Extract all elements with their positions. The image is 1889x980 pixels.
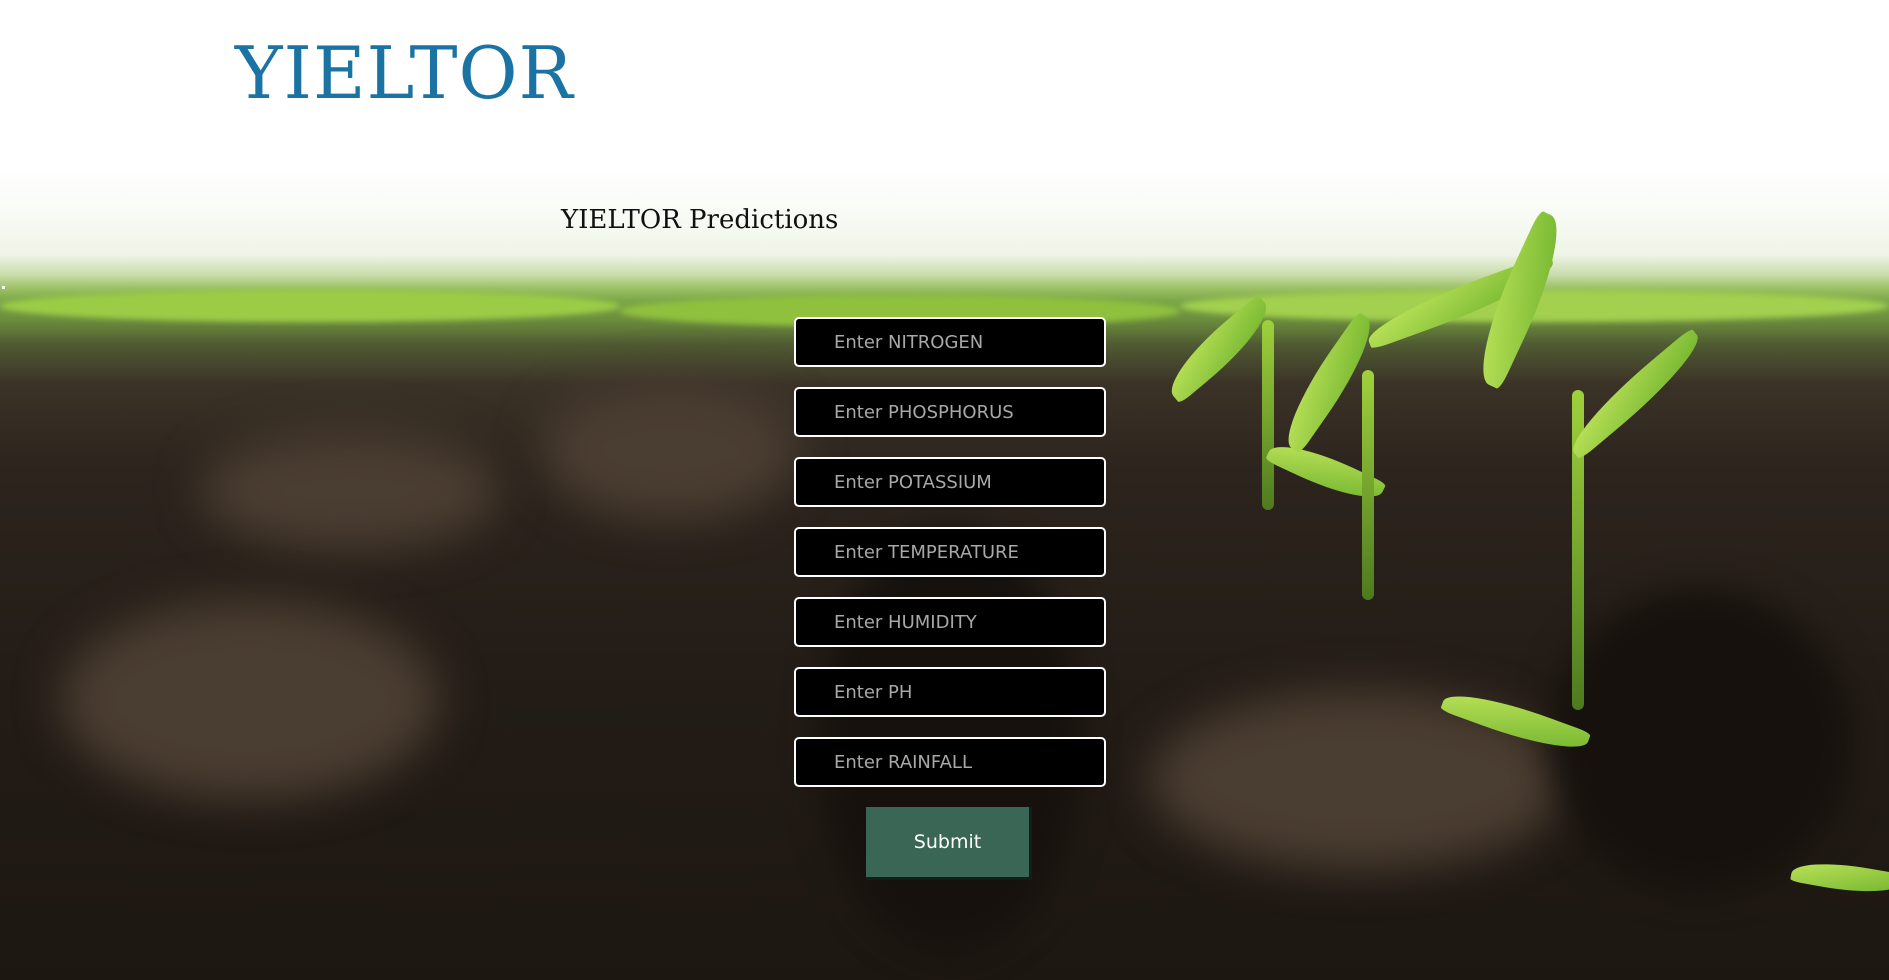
humidity-input[interactable]	[794, 597, 1106, 647]
page-title: YIELTOR Predictions	[561, 205, 839, 235]
ph-input[interactable]	[794, 667, 1106, 717]
site-header: YIELTOR	[0, 0, 1889, 170]
submit-button[interactable]: Submit	[866, 807, 1032, 880]
soil-clump	[540, 380, 800, 520]
soil-clump	[200, 430, 500, 550]
soil-furrow	[1550, 590, 1850, 890]
rainfall-input[interactable]	[794, 737, 1106, 787]
soil-clump	[60, 600, 440, 800]
prediction-form: Submit	[794, 317, 1106, 880]
crop-row	[0, 290, 620, 322]
seedling-stem	[1362, 370, 1374, 600]
temperature-input[interactable]	[794, 527, 1106, 577]
decorative-dot	[2, 286, 5, 289]
brand-logo-text[interactable]: YIELTOR	[235, 28, 574, 118]
phosphorus-input[interactable]	[794, 387, 1106, 437]
nitrogen-input[interactable]	[794, 317, 1106, 367]
seedling-stem	[1262, 320, 1274, 510]
potassium-input[interactable]	[794, 457, 1106, 507]
seedling-leaf	[1790, 855, 1889, 901]
